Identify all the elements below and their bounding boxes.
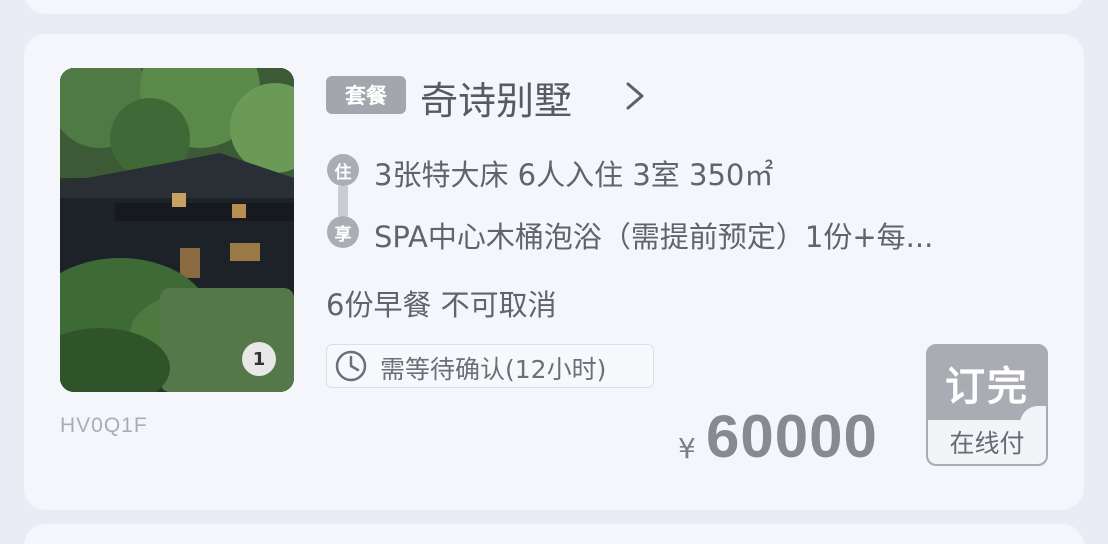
package-code: HV0Q1F [60, 414, 148, 437]
price-amount: 60000 [706, 403, 878, 470]
package-tag: 套餐 [326, 76, 406, 114]
previous-card [24, 0, 1084, 14]
book-payment-label: 在线付 [928, 420, 1046, 464]
row-connector [338, 186, 348, 216]
room-info: 3张特大床 6人入住 3室 350㎡ [374, 158, 774, 192]
currency-symbol: ¥ [678, 432, 696, 465]
room-icon: 住 [327, 154, 359, 186]
confirm-wait-text: 需等待确认(12小时) [380, 355, 607, 384]
clock-icon [335, 350, 367, 382]
package-title[interactable]: 奇诗别墅 [420, 70, 572, 125]
meal-policy: 6份早餐 不可取消 [326, 288, 557, 322]
next-card [24, 524, 1084, 544]
perk-info: SPA中心木桶泡浴（需提前预定）1份+每... [374, 220, 934, 254]
perk-icon: 享 [327, 216, 359, 248]
hotel-listing-page: 1 HV0Q1F 套餐 奇诗别墅 住 3张特大床 6人入住 3室 350㎡ 享 … [0, 0, 1108, 544]
book-button[interactable]: 订完 在线付 [926, 344, 1048, 466]
photo-count-badge: 1 [242, 342, 276, 376]
chevron-right-icon[interactable] [622, 80, 648, 112]
